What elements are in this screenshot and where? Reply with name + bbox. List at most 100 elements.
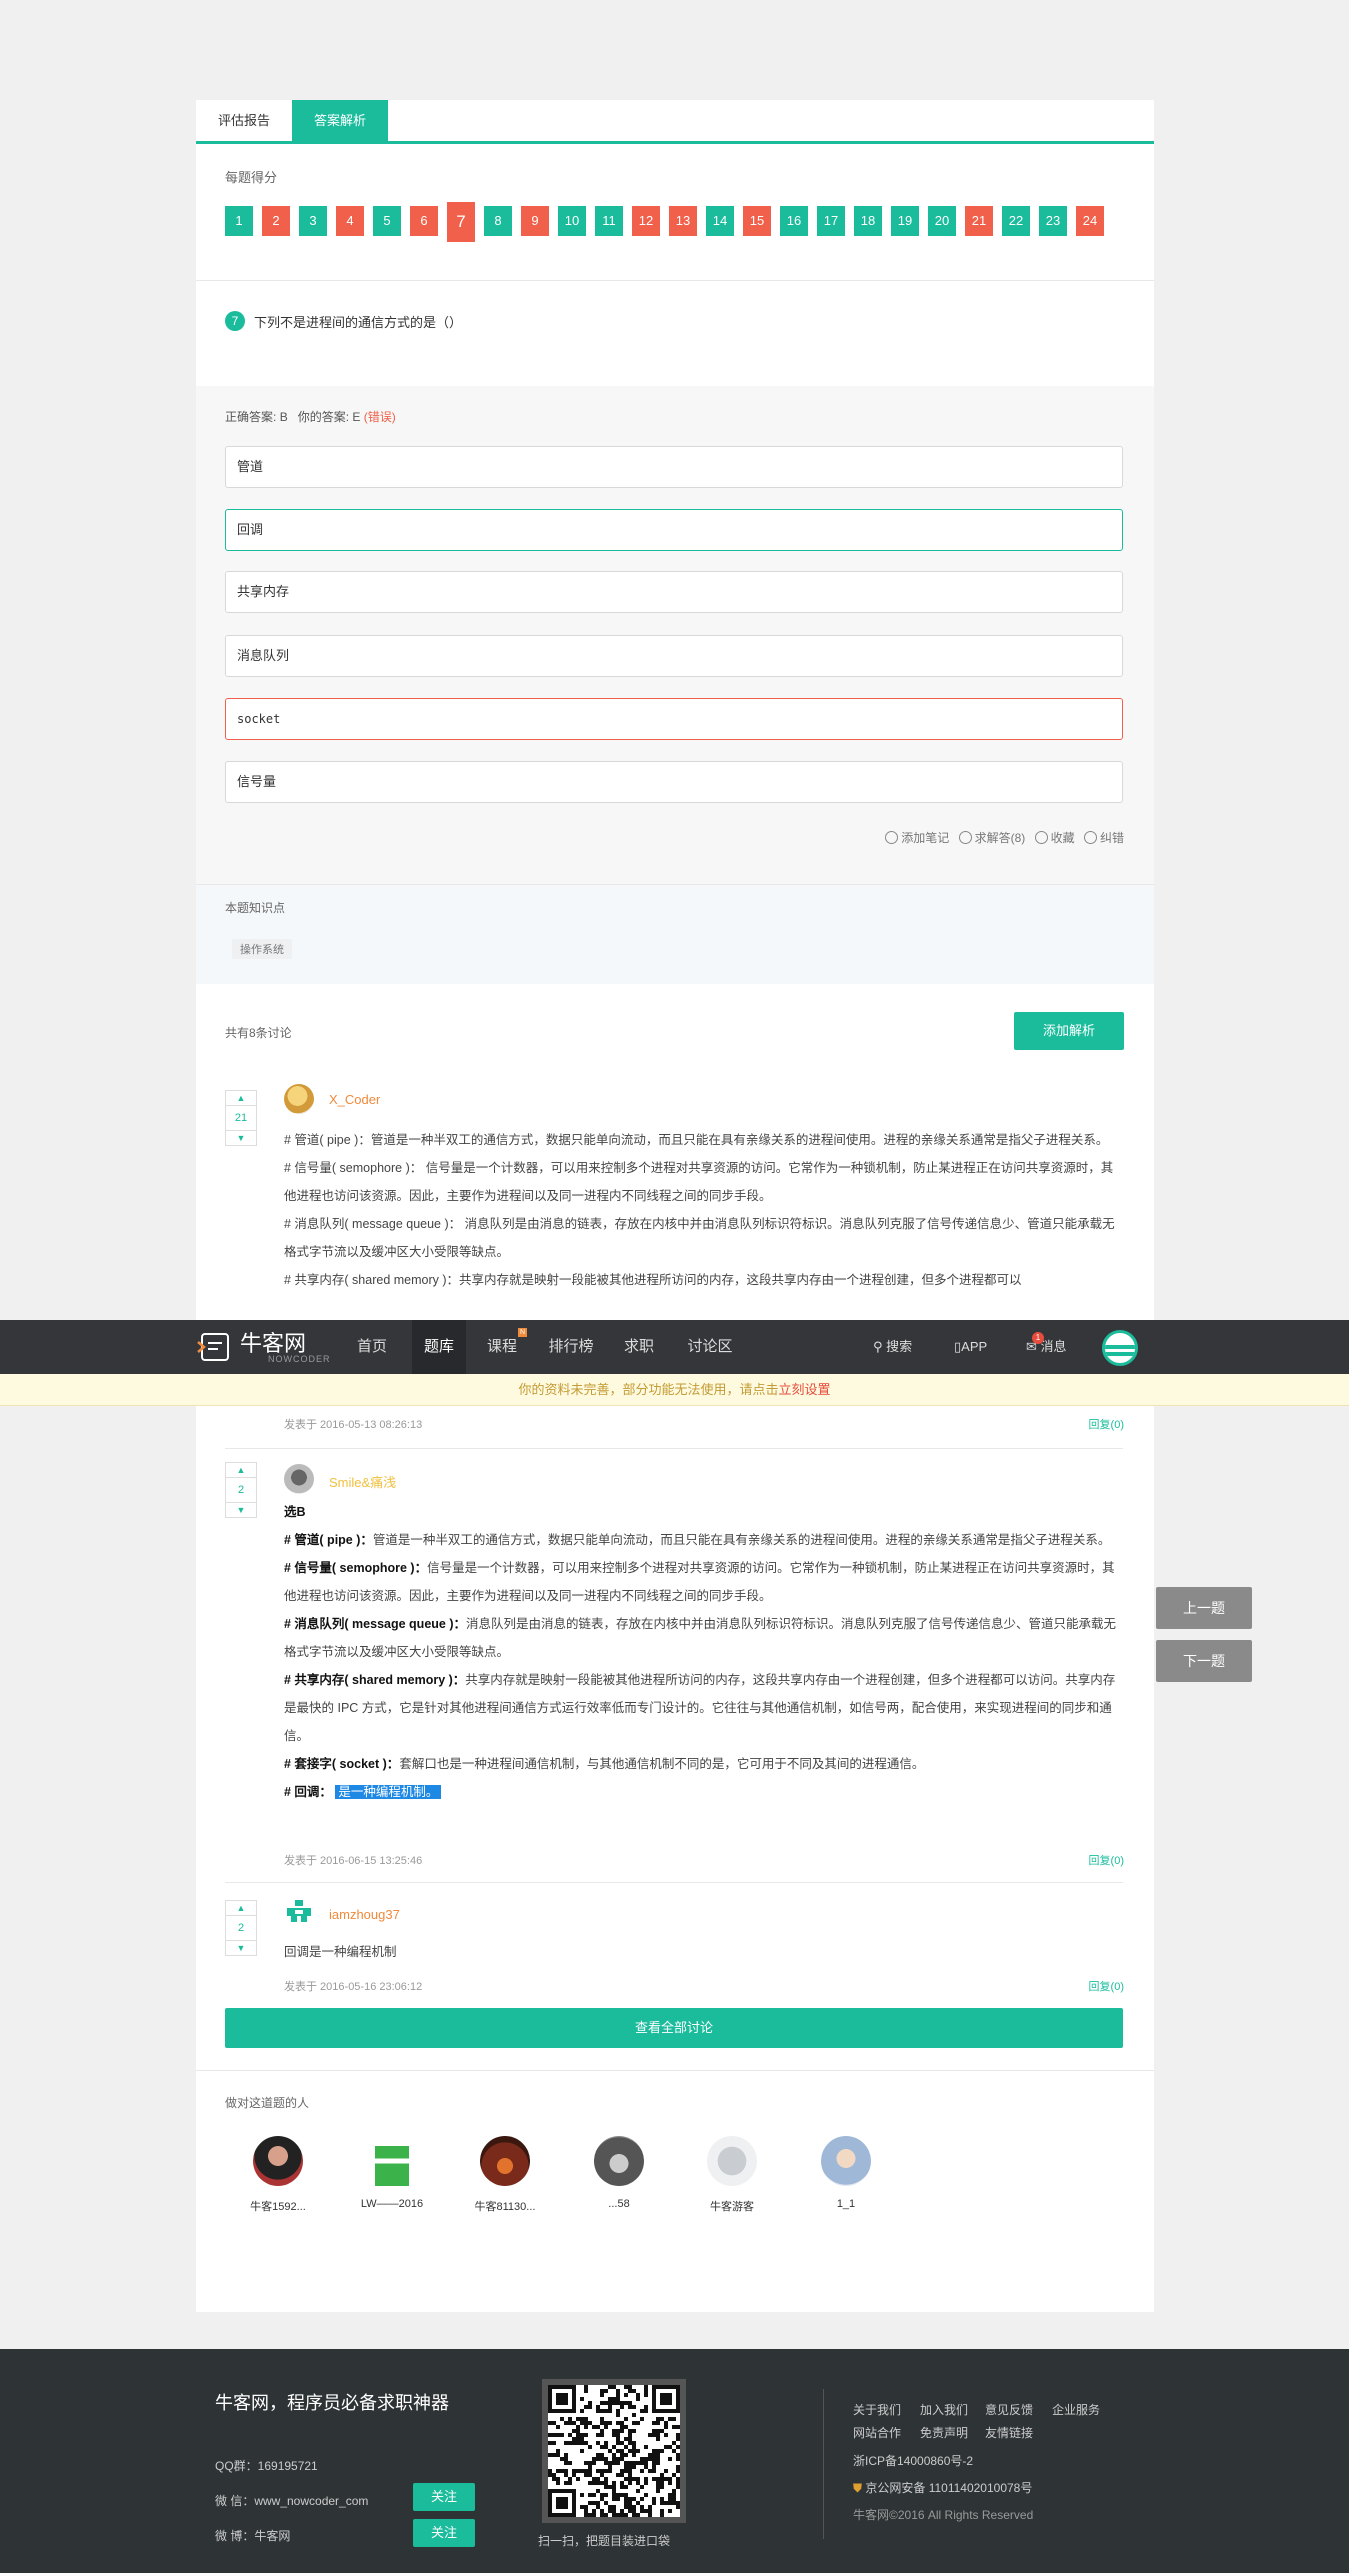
follow-weibo-button[interactable]: 关注 <box>413 2519 475 2547</box>
vote-widget: ▲ 21 ▼ <box>225 1090 257 1146</box>
comment-username[interactable]: X_Coder <box>329 1092 380 1107</box>
question-score-box[interactable]: 21 <box>965 206 993 236</box>
downvote-icon[interactable]: ▼ <box>225 1940 257 1956</box>
nav-discuss[interactable]: 讨论区 <box>680 1320 740 1374</box>
reply-link[interactable]: 回复(0) <box>1089 1852 1124 1868</box>
avatar <box>375 2136 409 2186</box>
comment-username[interactable]: Smile&痛浅 <box>329 1472 396 1491</box>
footer-link[interactable]: 友情链接 <box>985 2424 1033 2441</box>
next-question-button[interactable]: 下一题 <box>1156 1640 1252 1682</box>
nav-home[interactable]: 首页 <box>347 1320 397 1374</box>
question-tools: 添加笔记 求解答(8) 收藏 纠错 <box>879 829 1124 846</box>
view-all-discussions-button[interactable]: 查看全部讨论 <box>225 2008 1123 2048</box>
profile-notice: 你的资料未完善，部分功能无法使用，请点击立刻设置 <box>0 1374 1349 1406</box>
nav-ranking[interactable]: 排行榜 <box>541 1320 601 1374</box>
solver[interactable]: ...58 <box>574 2136 664 2210</box>
question-score-box[interactable]: 2 <box>262 206 290 236</box>
definition: 管道是一种半双工的通信方式，数据只能单向流动，而且只能在具有亲缘关系的进程间使用… <box>372 1533 1111 1547</box>
user-avatar[interactable] <box>1102 1330 1138 1366</box>
question-score-box[interactable]: 22 <box>1002 206 1030 236</box>
police-badge-icon: ⛊ <box>853 2481 863 2495</box>
question-score-box[interactable]: 11 <box>595 206 623 236</box>
avatar[interactable] <box>284 1464 314 1494</box>
question-score-box[interactable]: 20 <box>928 206 956 236</box>
report-error-button[interactable]: 纠错 <box>1083 831 1124 845</box>
knowledge-tag[interactable]: 操作系统 <box>232 939 292 959</box>
question-score-box[interactable]: 7 <box>447 202 475 242</box>
solver[interactable]: 牛客1592... <box>233 2136 323 2214</box>
question-score-box[interactable]: 10 <box>558 206 586 236</box>
question-score-box[interactable]: 3 <box>299 206 327 236</box>
comment-body: 选B # 管道( pipe )：管道是一种半双工的通信方式，数据只能单向流动，而… <box>284 1498 1124 1806</box>
solver[interactable]: LW——2016 <box>347 2136 437 2210</box>
footer-link[interactable]: 意见反馈 <box>985 2401 1033 2418</box>
question-score-box[interactable]: 12 <box>632 206 660 236</box>
comment-username[interactable]: iamzhoug37 <box>329 1907 400 1922</box>
solvers-title: 做对这道题的人 <box>225 2096 310 2110</box>
question-score-box[interactable]: 8 <box>484 206 512 236</box>
question-score-box[interactable]: 16 <box>780 206 808 236</box>
question-score-box[interactable]: 24 <box>1076 206 1104 236</box>
avatar[interactable] <box>284 1084 314 1114</box>
add-note-button[interactable]: 添加笔记 <box>885 831 949 845</box>
option-b-correct: 回调 <box>225 509 1123 551</box>
upvote-icon[interactable]: ▲ <box>225 1462 257 1478</box>
nav-app[interactable]: ▯APP <box>954 1320 987 1374</box>
footer-slogan: 牛客网，程序员必备求职神器 <box>215 2393 449 2413</box>
footer-link[interactable]: 关于我们 <box>853 2401 901 2418</box>
tab-report[interactable]: 评估报告 <box>196 100 292 142</box>
answer-summary: 正确答案: B 你的答案: E (错误) <box>225 408 396 425</box>
icp-number: 浙ICP备14000860号-2 <box>853 2454 974 2468</box>
solver[interactable]: 牛客游客 <box>687 2136 777 2214</box>
question-score-box[interactable]: 18 <box>854 206 882 236</box>
solver[interactable]: 牛客81130... <box>460 2136 550 2214</box>
question-score-box[interactable]: 5 <box>373 206 401 236</box>
question-score-box[interactable]: 6 <box>410 206 438 236</box>
option-f: 信号量 <box>225 761 1123 803</box>
follow-wechat-button[interactable]: 关注 <box>413 2483 475 2511</box>
comment-paragraph: # 管道( pipe )：管道是一种半双工的通信方式，数据只能单向流动，而且只能… <box>284 1526 1124 1554</box>
question-score-box[interactable]: 23 <box>1039 206 1067 236</box>
avatar <box>594 2136 644 2186</box>
upvote-icon[interactable]: ▲ <box>225 1900 257 1916</box>
avatar <box>480 2136 530 2186</box>
question-score-box[interactable]: 4 <box>336 206 364 236</box>
question-score-box[interactable]: 17 <box>817 206 845 236</box>
footer-link[interactable]: 免责声明 <box>920 2424 968 2441</box>
nav-jobs[interactable]: 求职 <box>617 1320 661 1374</box>
ask-answer-button[interactable]: 求解答(8) <box>958 831 1025 845</box>
nav-search[interactable]: ⚲ 搜索 <box>873 1320 912 1374</box>
vote-count: 2 <box>225 1478 257 1502</box>
nav-messages[interactable]: ✉ 消息 <box>1026 1320 1067 1374</box>
upvote-icon[interactable]: ▲ <box>225 1090 257 1106</box>
reply-link[interactable]: 回复(0) <box>1089 1978 1124 1994</box>
footer-link[interactable]: 加入我们 <box>920 2401 968 2418</box>
tab-answer-analysis[interactable]: 答案解析 <box>292 100 388 142</box>
question-score-box[interactable]: 1 <box>225 206 253 236</box>
qr-caption: 扫一扫，把题目装进口袋 <box>538 2534 671 2548</box>
correct-label: 正确答案: <box>225 410 277 424</box>
vote-widget: ▲ 2 ▼ <box>225 1900 257 1956</box>
footer-link[interactable]: 企业服务 <box>1052 2401 1100 2418</box>
question-score-box[interactable]: 13 <box>669 206 697 236</box>
prev-question-button[interactable]: 上一题 <box>1156 1587 1252 1629</box>
complete-profile-link[interactable]: 立刻设置 <box>779 1382 831 1397</box>
heart-icon <box>1034 831 1048 844</box>
reply-link[interactable]: 回复(0) <box>1089 1416 1124 1432</box>
search-label: 搜索 <box>886 1339 913 1354</box>
downvote-icon[interactable]: ▼ <box>225 1130 257 1146</box>
add-analysis-button[interactable]: 添加解析 <box>1014 1012 1124 1050</box>
option-c: 共享内存 <box>225 571 1123 613</box>
vote-widget: ▲ 2 ▼ <box>225 1462 257 1518</box>
question-score-box[interactable]: 15 <box>743 206 771 236</box>
solver[interactable]: 1_1 <box>801 2136 891 2210</box>
question-score-box[interactable]: 14 <box>706 206 734 236</box>
footer-link[interactable]: 网站合作 <box>853 2424 901 2441</box>
favorite-button[interactable]: 收藏 <box>1034 831 1075 845</box>
downvote-icon[interactable]: ▼ <box>225 1502 257 1518</box>
nav-question-bank[interactable]: 题库 <box>412 1320 466 1374</box>
logo-icon[interactable] <box>196 1330 234 1364</box>
avatar[interactable] <box>284 1898 314 1928</box>
question-score-box[interactable]: 19 <box>891 206 919 236</box>
question-score-box[interactable]: 9 <box>521 206 549 236</box>
